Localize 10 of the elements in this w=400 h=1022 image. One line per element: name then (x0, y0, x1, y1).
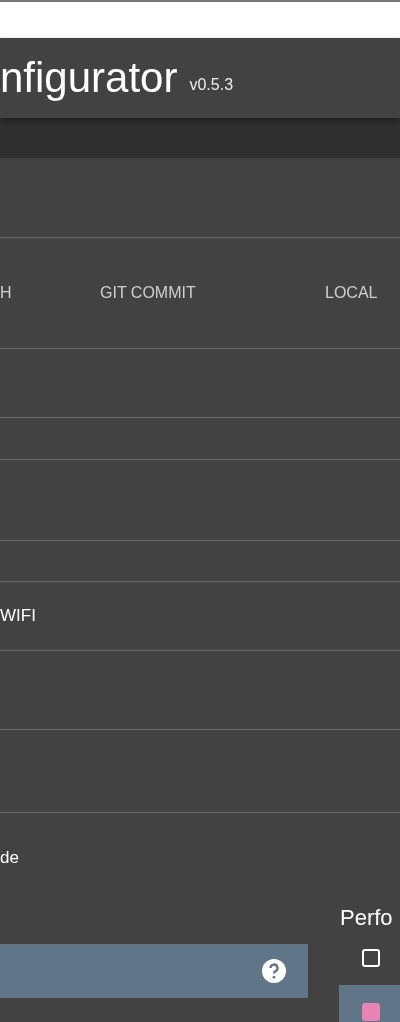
checkbox[interactable] (362, 1003, 380, 1021)
help-icon[interactable] (262, 959, 286, 983)
column-header: H (0, 284, 12, 302)
section-title: Perfo (340, 905, 394, 931)
version-label: v0.5.3 (189, 76, 234, 94)
list-item-text: de (0, 848, 19, 868)
column-header: LOCAL (325, 284, 378, 302)
list-item-text: WIFI (0, 606, 36, 626)
column-header: GIT COMMIT (100, 284, 196, 302)
app-title: nfigurator (0, 57, 178, 99)
